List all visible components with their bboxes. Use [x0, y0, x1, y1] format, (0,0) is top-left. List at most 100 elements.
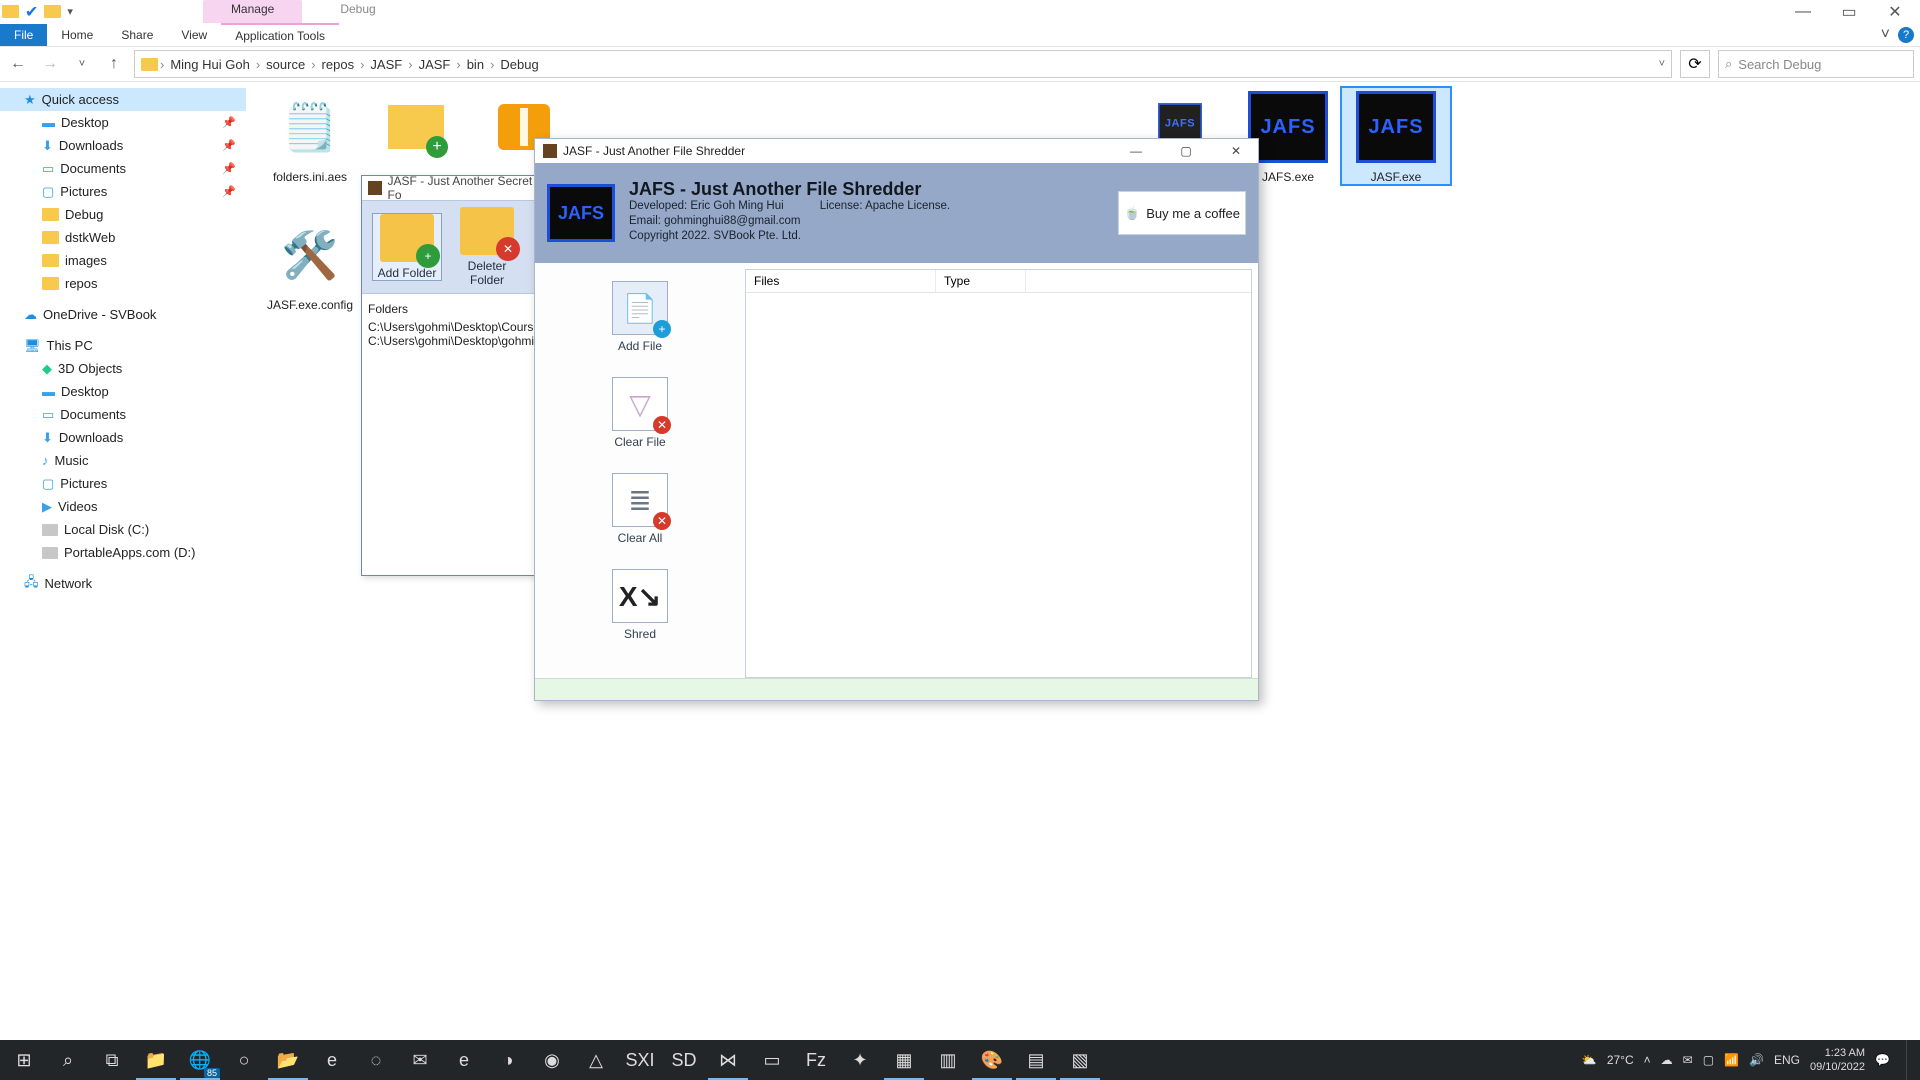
volume-icon[interactable]: 🔊 — [1749, 1053, 1764, 1067]
taskbar-app-chrome[interactable]: ○ — [222, 1040, 266, 1080]
nav-pc-item[interactable]: ⬇Downloads — [0, 426, 246, 449]
nav-pc-item[interactable]: ◆3D Objects — [0, 357, 246, 380]
taskbar-app-app7[interactable]: SD — [662, 1040, 706, 1080]
taskbar-app-edge-tab[interactable]: 🌐85 — [178, 1040, 222, 1080]
taskbar-app-app9[interactable]: ▦ — [882, 1040, 926, 1080]
file-item[interactable]: 🛠️ JASF.exe.config — [256, 216, 364, 312]
add-file-button[interactable]: 📄+ Add File — [607, 281, 673, 353]
nav-quick-item[interactable]: dstkWeb — [0, 226, 246, 249]
onedrive-tray-icon[interactable]: ☁ — [1661, 1053, 1673, 1067]
ribbon-help-button[interactable]: ? — [1898, 27, 1914, 43]
nav-quick-item[interactable]: ▬Desktop — [0, 111, 246, 134]
mail-tray-icon[interactable]: ✉ — [1683, 1053, 1693, 1067]
taskbar-app-search[interactable]: ⌕ — [46, 1040, 90, 1080]
nav-forward-button[interactable]: → — [38, 52, 62, 76]
breadcrumb[interactable]: source — [262, 57, 309, 72]
clear-all-button[interactable]: ≣✕ Clear All — [607, 473, 673, 545]
tray-chevron-icon[interactable]: ˄ — [1644, 1053, 1651, 1067]
ribbon-tab-share[interactable]: Share — [107, 24, 167, 46]
nav-pc-item[interactable]: ▶Videos — [0, 495, 246, 518]
nav-quick-item[interactable]: images — [0, 249, 246, 272]
taskbar-app-explorer[interactable]: 📁 — [134, 1040, 178, 1080]
lang-indicator[interactable]: ENG — [1774, 1053, 1800, 1067]
nav-pc-item[interactable]: ▢Pictures — [0, 472, 246, 495]
taskbar-app-app6[interactable]: SXI — [618, 1040, 662, 1080]
ribbon-tab-apptools[interactable]: Application Tools — [221, 23, 339, 47]
taskbar[interactable]: ⊞⌕⧉📁🌐85○📂e◌✉e◑◉△SXISD⋈▭Fz✦▦▥🎨▤▧ ⛅ 27°C ˄… — [0, 1040, 1920, 1080]
nav-quick-access[interactable]: ★ Quick access — [0, 88, 246, 111]
delete-folder-button[interactable]: ✕ Deleter Folder — [452, 207, 522, 287]
show-desktop-button[interactable] — [1906, 1040, 1912, 1080]
column-header-files[interactable]: Files — [746, 270, 936, 292]
nav-pc-item[interactable]: ▬Desktop — [0, 380, 246, 403]
navigation-pane[interactable]: ★ Quick access ▬Desktop ⬇Downloads ▭Docu… — [0, 82, 246, 1042]
taskbar-app-fz[interactable]: Fz — [794, 1040, 838, 1080]
breadcrumb[interactable]: Debug — [496, 57, 542, 72]
jafs-minimize-button[interactable]: — — [1114, 139, 1158, 163]
clock[interactable]: 1:23 AM 09/10/2022 — [1810, 1046, 1865, 1074]
refresh-button[interactable]: ⟳ — [1680, 50, 1710, 78]
address-dropdown-icon[interactable]: ˅ — [1659, 58, 1665, 70]
explorer-titlebar[interactable]: ✔ ▾ Manage Debug — ▭ ✕ — [0, 0, 1920, 23]
taskbar-app-app2[interactable]: ✉ — [398, 1040, 442, 1080]
chevron-right-icon[interactable]: › — [158, 57, 166, 72]
taskbar-app-explorer2[interactable]: 📂 — [266, 1040, 310, 1080]
taskbar-app-app4[interactable]: ◉ — [530, 1040, 574, 1080]
taskbar-app-app11[interactable]: ▤ — [1014, 1040, 1058, 1080]
weather-temp[interactable]: 27°C — [1607, 1053, 1634, 1067]
qat-folder-icon[interactable] — [2, 5, 19, 18]
list-item[interactable]: C:\Users\gohmi\Desktop\gohminghu — [368, 334, 544, 348]
taskbar-app-app8[interactable]: ✦ — [838, 1040, 882, 1080]
buy-coffee-button[interactable]: 🍵 Buy me a coffee — [1118, 191, 1246, 235]
taskbar-app-paint[interactable]: 🎨 — [970, 1040, 1014, 1080]
file-item[interactable]: + — [362, 88, 470, 170]
shred-button[interactable]: X↘ Shred — [607, 569, 673, 641]
nav-quick-item[interactable]: ⬇Downloads — [0, 134, 246, 157]
nav-quick-item[interactable]: repos — [0, 272, 246, 295]
jafs-titlebar[interactable]: JASF - Just Another File Shredder — ▢ ✕ — [535, 139, 1258, 163]
system-tray[interactable]: ⛅ 27°C ˄ ☁ ✉ ▢ 📶 🔊 ENG 1:23 AM 09/10/202… — [1582, 1040, 1918, 1080]
jasf-secret-titlebar[interactable]: JASF - Just Another Secret Fo — [362, 176, 550, 200]
breadcrumb[interactable]: JASF — [366, 57, 406, 72]
nav-recent-button[interactable]: ˅ — [70, 52, 94, 76]
context-tab-manage[interactable]: Manage — [203, 0, 302, 23]
nav-pc-item[interactable]: ♪Music — [0, 449, 246, 472]
ribbon-tab-home[interactable]: Home — [47, 24, 107, 46]
nav-onedrive[interactable]: ☁OneDrive - SVBook — [0, 303, 246, 326]
taskbar-app-ie[interactable]: e — [442, 1040, 486, 1080]
explorer-close-button[interactable]: ✕ — [1872, 0, 1918, 23]
nav-up-button[interactable]: ↑ — [102, 52, 126, 76]
explorer-maximize-button[interactable]: ▭ — [1826, 0, 1872, 23]
nav-pc-item[interactable]: PortableApps.com (D:) — [0, 541, 246, 564]
wifi-icon[interactable]: 📶 — [1724, 1053, 1739, 1067]
nav-network[interactable]: 🖧Network — [0, 572, 246, 595]
nav-quick-item[interactable]: ▭Documents — [0, 157, 246, 180]
list-item[interactable]: C:\Users\gohmi\Desktop\Courses — [368, 320, 544, 334]
breadcrumb[interactable]: bin — [463, 57, 488, 72]
ribbon-chevron-icon[interactable]: ˅ — [1881, 26, 1890, 44]
qat-folder-open-icon[interactable] — [44, 5, 61, 18]
qat-chevron-icon[interactable]: ▾ — [67, 5, 73, 18]
notifications-icon[interactable]: 💬 — [1875, 1053, 1890, 1067]
address-bar[interactable]: › Ming Hui Goh› source› repos› JASF› JAS… — [134, 50, 1672, 78]
clear-file-button[interactable]: ▽✕ Clear File — [607, 377, 673, 449]
jasf-secret-folder-window[interactable]: JASF - Just Another Secret Fo + Add Fold… — [361, 175, 551, 576]
search-input[interactable]: ⌕ Search Debug — [1718, 50, 1914, 78]
nav-back-button[interactable]: ← — [6, 52, 30, 76]
qat-check-icon[interactable]: ✔ — [25, 2, 38, 22]
taskbar-app-app5[interactable]: △ — [574, 1040, 618, 1080]
nav-quick-item[interactable]: Debug — [0, 203, 246, 226]
add-folder-button[interactable]: + Add Folder — [372, 213, 442, 281]
taskbar-app-np[interactable]: ▭ — [750, 1040, 794, 1080]
taskbar-app-vs[interactable]: ⋈ — [706, 1040, 750, 1080]
jafs-maximize-button[interactable]: ▢ — [1164, 139, 1208, 163]
file-item-selected[interactable]: JAFS JASF.exe — [1342, 88, 1450, 184]
ribbon-tab-view[interactable]: View — [167, 24, 221, 46]
ribbon-file-tab[interactable]: File — [0, 24, 47, 46]
breadcrumb[interactable]: Ming Hui Goh — [166, 57, 253, 72]
nav-quick-item[interactable]: ▢Pictures — [0, 180, 246, 203]
column-header-type[interactable]: Type — [936, 270, 1026, 292]
taskbar-app-app1[interactable]: ◌ — [354, 1040, 398, 1080]
battery-icon[interactable]: ▢ — [1703, 1053, 1714, 1067]
breadcrumb[interactable]: JASF — [415, 57, 455, 72]
